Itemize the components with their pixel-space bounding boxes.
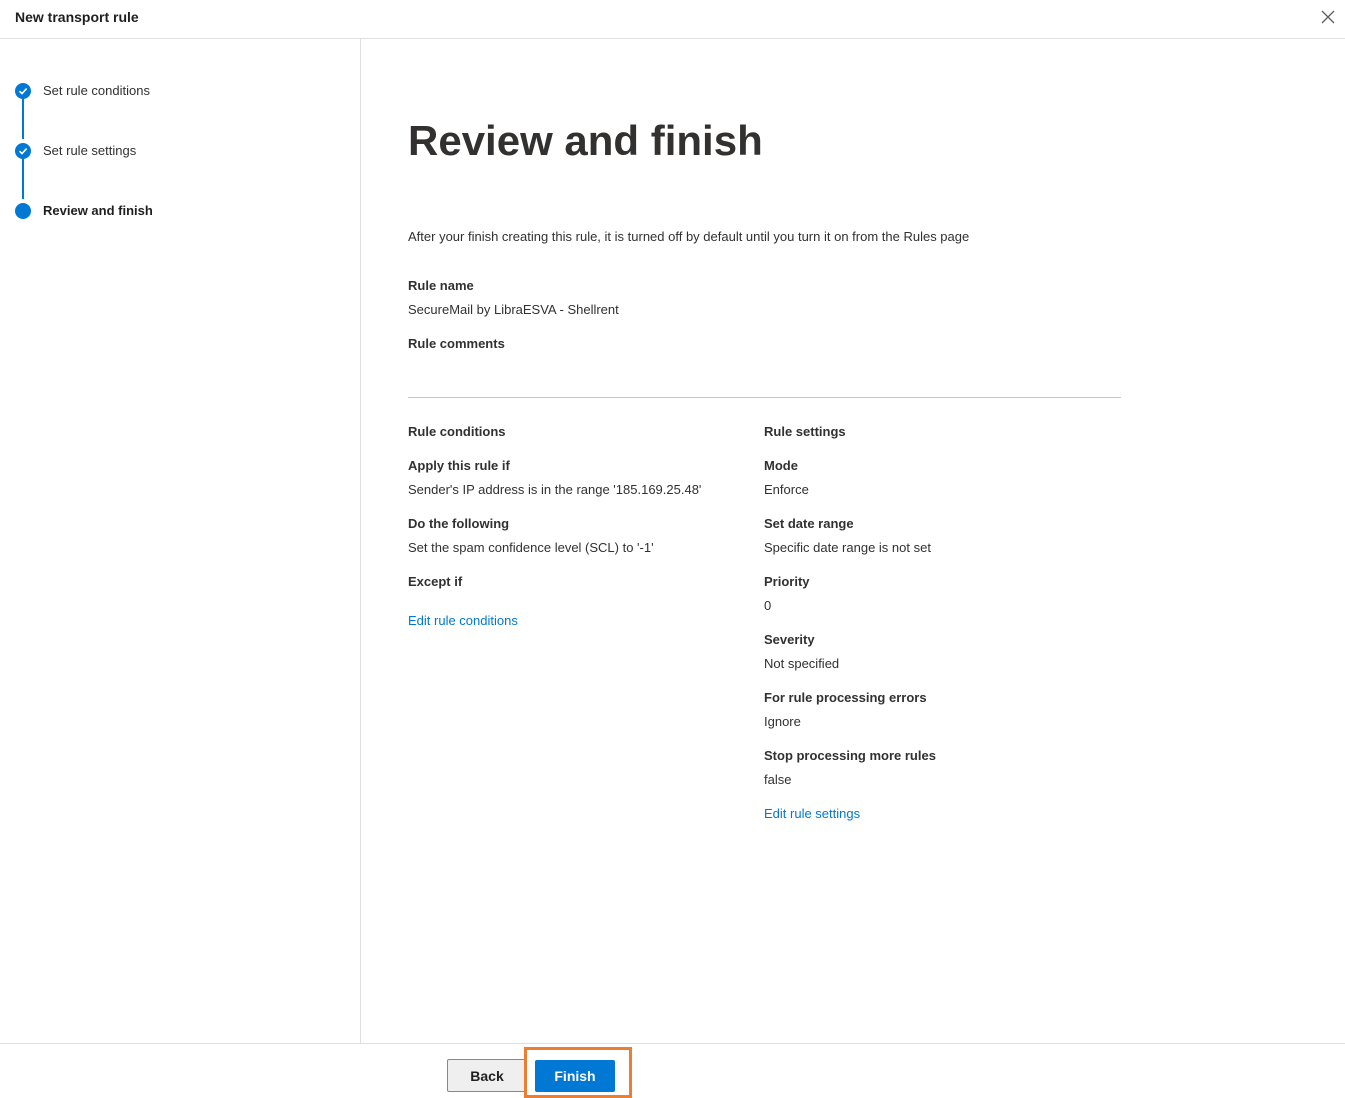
processing-errors-label: For rule processing errors [764,690,927,705]
do-the-following-value: Set the spam confidence level (SCL) to '… [408,540,654,555]
date-range-label: Set date range [764,516,854,531]
current-step-dot-icon [15,203,31,219]
rule-name-value: SecureMail by LibraESVA - Shellrent [408,302,619,317]
panel-header: New transport rule [0,0,1345,39]
edit-rule-settings-link[interactable]: Edit rule settings [764,806,860,821]
step-connector [22,99,24,139]
rule-name-label: Rule name [408,278,474,293]
back-button[interactable]: Back [447,1059,527,1092]
rule-conditions-heading: Rule conditions [408,424,506,439]
mode-value: Enforce [764,482,809,497]
close-icon [1321,10,1335,24]
step-label: Review and finish [43,203,153,218]
section-divider [408,397,1121,398]
apply-rule-if-label: Apply this rule if [408,458,510,473]
finish-button[interactable]: Finish [535,1060,615,1092]
stop-processing-label: Stop processing more rules [764,748,936,763]
review-content: Review and finish After your finish crea… [361,39,1345,1043]
apply-rule-if-value: Sender's IP address is in the range '185… [408,482,702,497]
step-label: Set rule conditions [43,83,150,98]
checkmark-icon [15,83,31,99]
severity-label: Severity [764,632,815,647]
priority-label: Priority [764,574,810,589]
close-button[interactable] [1317,6,1339,28]
severity-value: Not specified [764,656,840,671]
processing-errors-value: Ignore [764,714,801,729]
wizard-steps: Set rule conditions Set rule settings Re… [0,39,361,1043]
stop-processing-value: false [764,772,792,787]
do-the-following-label: Do the following [408,516,510,531]
edit-rule-conditions-link[interactable]: Edit rule conditions [408,613,518,628]
intro-text: After your finish creating this rule, it… [408,229,970,244]
step-connector [22,159,24,199]
panel-title: New transport rule [15,9,139,25]
mode-label: Mode [764,458,798,473]
date-range-value: Specific date range is not set [764,540,931,555]
page-title: Review and finish [408,117,763,164]
except-if-label: Except if [408,574,463,589]
rule-comments-label: Rule comments [408,336,505,351]
checkmark-icon [15,143,31,159]
priority-value: 0 [764,598,772,613]
rule-settings-heading: Rule settings [764,424,846,439]
wizard-footer: Back Finish [0,1043,1345,1098]
step-label: Set rule settings [43,143,137,158]
